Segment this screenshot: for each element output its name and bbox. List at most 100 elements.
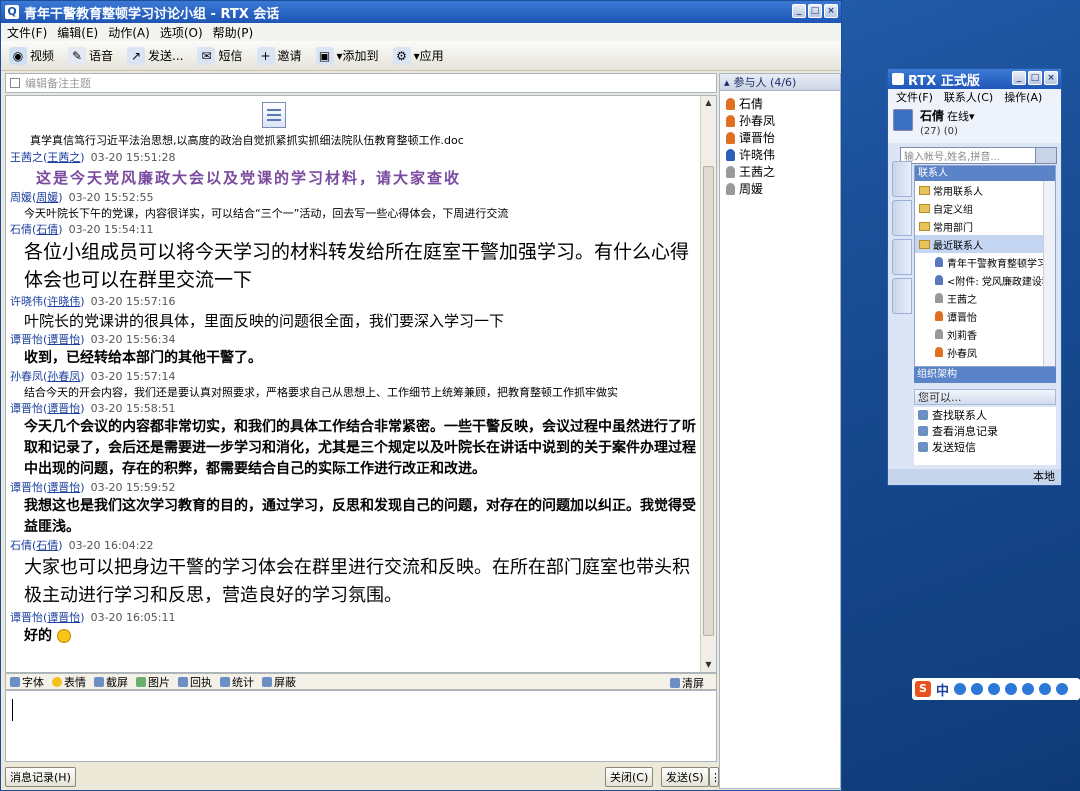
keyboard-icon[interactable] — [1005, 683, 1018, 695]
message-text: 结合今天的开会内容，我们还是要认真对照要求，严格要求自己从思想上、工作细节上统筹… — [24, 386, 618, 399]
org-structure-header[interactable]: 组织架构 — [914, 367, 1056, 383]
voice-button[interactable]: ✎ 语音 — [68, 46, 113, 65]
contact-tree-item[interactable]: 王茜之 — [915, 289, 1055, 307]
font-button[interactable]: 字体 — [10, 674, 44, 690]
vertical-scrollbar[interactable]: ▲ ▼ — [700, 96, 716, 672]
contact-tree-item[interactable]: 刘莉香 — [915, 325, 1055, 343]
participant-item[interactable]: 石倩 — [726, 95, 840, 112]
menu-edit[interactable]: 编辑(E) — [57, 24, 98, 41]
status-dropdown[interactable]: 在线▾ — [947, 110, 975, 123]
microphone-icon: ✎ — [68, 46, 87, 65]
contact-tree-scrollbar[interactable] — [1043, 181, 1055, 366]
find-contact-link[interactable]: 查找联系人 — [914, 407, 1056, 423]
title-bar[interactable]: Q 青年干警教育整顿学习讨论小组 - RTX 会话 _ □ × — [1, 1, 841, 23]
rtx-menu-actions[interactable]: 操作(A) — [1004, 89, 1042, 105]
close-button[interactable]: 关闭(C) — [605, 767, 654, 787]
screenshot-button[interactable]: 截屏 — [94, 674, 128, 690]
participant-item[interactable]: 周媛 — [726, 180, 840, 197]
send-button[interactable]: 发送(S) — [661, 767, 709, 787]
smiley-icon — [52, 676, 62, 687]
globe-tab-icon[interactable] — [892, 239, 912, 275]
voice-ime-icon[interactable] — [988, 683, 1001, 695]
menu-file[interactable]: 文件(F) — [7, 24, 47, 41]
sender-id-link[interactable]: 石倩 — [36, 223, 58, 236]
contact-tree-item[interactable]: <附件: 党风廉政建设科 — [915, 271, 1055, 289]
contact-search-input[interactable]: 输入帐号,姓名,拼音... — [900, 147, 1057, 164]
emoji-ime-icon[interactable] — [971, 683, 984, 695]
clear-screen-button[interactable]: 清屏 — [670, 675, 704, 691]
rtx-close-icon[interactable]: × — [1044, 71, 1058, 85]
sender-id-link[interactable]: 谭晋怡 — [47, 333, 80, 346]
subject-field[interactable]: 编辑备注主题 — [5, 73, 717, 93]
emoji-button[interactable]: 表情 — [52, 674, 86, 690]
menu-help[interactable]: 帮助(P) — [213, 24, 254, 41]
phone-tab-icon[interactable] — [892, 200, 912, 236]
send-sms-link[interactable]: 发送短信 — [914, 439, 1056, 455]
participant-item[interactable]: 王茜之 — [726, 163, 840, 180]
message-history[interactable]: 真学真信笃行习近平法治思想,以高度的政治自觉抓紧抓实抓细法院队伍教育整顿工作.d… — [5, 95, 717, 673]
sender-id-link[interactable]: 谭晋怡 — [47, 481, 80, 494]
participant-item[interactable]: 谭晋怡 — [726, 129, 840, 146]
sender-id-link[interactable]: 石倩 — [36, 539, 58, 552]
sms-button[interactable]: ✉ 短信 — [197, 46, 243, 65]
contacts-section-header[interactable]: 联系人 — [915, 166, 1055, 181]
punctuation-icon[interactable] — [954, 683, 967, 695]
scroll-thumb[interactable] — [703, 166, 714, 636]
contacts-tab-icon[interactable] — [892, 161, 912, 197]
block-button[interactable]: 屏蔽 — [262, 674, 296, 690]
screenshot-icon — [94, 676, 104, 687]
send-options-icon[interactable]: ⋮ — [709, 767, 721, 787]
participants-header[interactable]: ▴ 参与人 (4/6) — [720, 74, 840, 91]
menu-options[interactable]: 选项(O) — [160, 24, 203, 41]
contact-tree-item[interactable]: 最近联系人 — [915, 235, 1055, 253]
rtx-title-bar[interactable]: RTX 正式版 _ □ × — [888, 69, 1061, 89]
close-icon[interactable]: × — [824, 4, 838, 18]
view-history-link[interactable]: 查看消息记录 — [914, 423, 1056, 439]
sender-id-link[interactable]: 王茜之 — [47, 151, 80, 164]
menu-action[interactable]: 动作(A) — [108, 24, 150, 41]
scroll-down-icon[interactable]: ▼ — [701, 658, 716, 672]
message-input[interactable] — [5, 690, 717, 762]
message-history-button[interactable]: 消息记录(H) — [5, 767, 76, 787]
rtx-minimize-icon[interactable]: _ — [1012, 71, 1026, 85]
rtx-maximize-icon[interactable]: □ — [1028, 71, 1042, 85]
statistics-button[interactable]: 统计 — [220, 674, 254, 690]
contact-tree-item[interactable]: 自定义组 — [915, 199, 1055, 217]
search-options-icon[interactable] — [1035, 147, 1057, 164]
add-to-button[interactable]: ▣ ▾ 添加到 — [315, 46, 379, 65]
avatar[interactable] — [893, 109, 913, 131]
sender-id-link[interactable]: 谭晋怡 — [47, 402, 80, 415]
you-can-header[interactable]: 您可以... — [914, 389, 1056, 405]
sender-id-link[interactable]: 孙春凤 — [47, 370, 80, 383]
tools-tab-icon[interactable] — [892, 278, 912, 314]
rtx-footer[interactable]: 本地 — [888, 469, 1061, 485]
sender-id-link[interactable]: 周媛 — [36, 191, 58, 204]
apps-button[interactable]: ⚙ ▾ 应用 — [392, 46, 444, 65]
rtx-menu-contacts[interactable]: 联系人(C) — [944, 89, 993, 105]
user-ime-icon[interactable] — [1022, 683, 1035, 695]
maximize-icon[interactable]: □ — [808, 4, 822, 18]
sender-id-link[interactable]: 谭晋怡 — [47, 611, 80, 624]
skin-icon[interactable] — [1039, 683, 1052, 695]
contact-tree-item[interactable]: 谭晋怡 — [915, 307, 1055, 325]
contact-tree-item[interactable]: 常用联系人 — [915, 181, 1055, 199]
sender-id-link[interactable]: 许晓伟 — [47, 295, 80, 308]
video-button[interactable]: ◉ 视频 — [9, 46, 54, 65]
rtx-menu-file[interactable]: 文件(F) — [896, 89, 933, 105]
file-attachment[interactable]: 真学真信笃行习近平法治思想,以高度的政治自觉抓紧抓实抓细法院队伍教育整顿工作.d… — [10, 98, 700, 150]
contact-tree-item[interactable]: 孙春凤 — [915, 343, 1055, 361]
scroll-up-icon[interactable]: ▲ — [701, 96, 716, 110]
image-button[interactable]: 图片 — [136, 674, 170, 690]
sogou-ime-icon[interactable]: S — [915, 681, 931, 697]
receipt-button[interactable]: 回执 — [178, 674, 212, 690]
ime-toolbar[interactable]: S 中 — [912, 678, 1080, 700]
participant-item[interactable]: 孙春凤 — [726, 112, 840, 129]
send-file-button[interactable]: ↗ 发送... — [127, 46, 183, 65]
contact-tree-item[interactable]: 常用部门 — [915, 217, 1055, 235]
ime-tools-icon[interactable] — [1056, 683, 1069, 695]
ime-chinese-mode[interactable]: 中 — [936, 680, 949, 699]
participant-item[interactable]: 许晓伟 — [726, 146, 840, 163]
contact-tree-item[interactable]: 青年干警教育整顿学习 — [915, 253, 1055, 271]
invite-button[interactable]: + 邀请 — [256, 46, 302, 65]
minimize-icon[interactable]: _ — [792, 4, 806, 18]
